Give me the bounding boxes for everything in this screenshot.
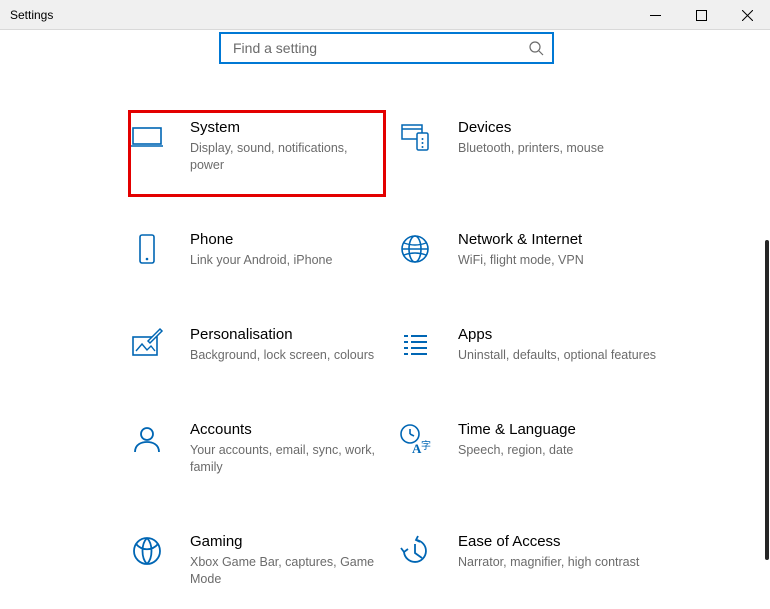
devices-icon bbox=[398, 120, 432, 157]
category-title: Ease of Access bbox=[458, 532, 678, 552]
category-desc: Xbox Game Bar, captures, Game Mode bbox=[190, 554, 378, 588]
minimize-icon bbox=[650, 10, 661, 21]
maximize-button[interactable] bbox=[678, 0, 724, 30]
ease-of-access-icon bbox=[398, 534, 432, 571]
time-language-icon: A 字 bbox=[398, 422, 432, 459]
category-apps[interactable]: Apps Uninstall, defaults, optional featu… bbox=[398, 325, 698, 364]
minimize-button[interactable] bbox=[632, 0, 678, 30]
accounts-icon bbox=[130, 422, 164, 459]
category-title: Network & Internet bbox=[458, 230, 678, 250]
window-title: Settings bbox=[10, 8, 53, 22]
category-title: Accounts bbox=[190, 420, 378, 440]
search-icon bbox=[528, 40, 544, 56]
titlebar: Settings bbox=[0, 0, 770, 30]
settings-window: Settings bbox=[0, 0, 770, 609]
search-box[interactable] bbox=[219, 32, 554, 64]
maximize-icon bbox=[696, 10, 707, 21]
category-desc: Narrator, magnifier, high contrast bbox=[458, 554, 678, 571]
category-title: Devices bbox=[458, 118, 678, 138]
category-desc: Uninstall, defaults, optional features bbox=[458, 347, 678, 364]
category-title: System bbox=[190, 118, 378, 138]
category-ease-of-access[interactable]: Ease of Access Narrator, magnifier, high… bbox=[398, 532, 698, 588]
category-desc: WiFi, flight mode, VPN bbox=[458, 252, 678, 269]
client-area: System Display, sound, notifications, po… bbox=[0, 30, 770, 609]
scrollbar[interactable] bbox=[765, 240, 769, 560]
category-time-language[interactable]: A 字 Time & Language Speech, region, date bbox=[398, 420, 698, 476]
close-button[interactable] bbox=[724, 0, 770, 30]
category-system[interactable]: System Display, sound, notifications, po… bbox=[130, 118, 398, 174]
category-network[interactable]: Network & Internet WiFi, flight mode, VP… bbox=[398, 230, 698, 269]
category-desc: Your accounts, email, sync, work, family bbox=[190, 442, 378, 476]
category-desc: Background, lock screen, colours bbox=[190, 347, 378, 364]
category-desc: Link your Android, iPhone bbox=[190, 252, 378, 269]
categories-grid: System Display, sound, notifications, po… bbox=[130, 118, 750, 588]
category-title: Personalisation bbox=[190, 325, 378, 345]
gaming-icon bbox=[130, 534, 164, 571]
search-input[interactable] bbox=[231, 39, 528, 57]
category-gaming[interactable]: Gaming Xbox Game Bar, captures, Game Mod… bbox=[130, 532, 398, 588]
category-desc: Display, sound, notifications, power bbox=[190, 140, 378, 174]
close-icon bbox=[742, 10, 753, 21]
category-title: Apps bbox=[458, 325, 678, 345]
category-desc: Speech, region, date bbox=[458, 442, 678, 459]
globe-icon bbox=[398, 232, 432, 269]
category-desc: Bluetooth, printers, mouse bbox=[458, 140, 678, 157]
phone-icon bbox=[130, 232, 164, 269]
apps-icon bbox=[398, 327, 432, 364]
system-icon bbox=[130, 120, 164, 157]
window-controls bbox=[632, 0, 770, 29]
category-personalisation[interactable]: Personalisation Background, lock screen,… bbox=[130, 325, 398, 364]
svg-text:字: 字 bbox=[421, 439, 431, 452]
personalisation-icon bbox=[130, 327, 164, 364]
category-title: Time & Language bbox=[458, 420, 678, 440]
category-title: Phone bbox=[190, 230, 378, 250]
category-accounts[interactable]: Accounts Your accounts, email, sync, wor… bbox=[130, 420, 398, 476]
category-title: Gaming bbox=[190, 532, 378, 552]
category-devices[interactable]: Devices Bluetooth, printers, mouse bbox=[398, 118, 698, 174]
category-phone[interactable]: Phone Link your Android, iPhone bbox=[130, 230, 398, 269]
